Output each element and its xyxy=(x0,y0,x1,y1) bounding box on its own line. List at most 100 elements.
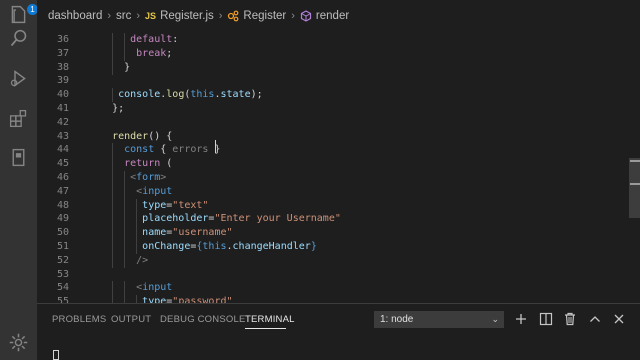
code-token: name xyxy=(142,227,167,239)
line-number: 54 xyxy=(56,282,69,294)
terminal-select[interactable]: 1: node ⌄ xyxy=(374,311,504,328)
indent-guide xyxy=(136,212,138,227)
breadcrumb-method-render[interactable]: render xyxy=(316,10,349,22)
breadcrumb: dashboard › src › JS Register.js › Regis… xyxy=(37,0,640,31)
code-editor[interactable]: 36 default: 37 break; 38} 39 40 console.log(thi… xyxy=(37,31,640,303)
indent-guide xyxy=(112,33,114,47)
indent-guide xyxy=(112,46,114,61)
indent-guide xyxy=(112,184,114,199)
trash-icon[interactable] xyxy=(562,311,578,327)
code-line: 50 name="username" xyxy=(37,226,627,241)
code-token: ); xyxy=(250,89,263,101)
code-token: ( xyxy=(160,158,173,170)
line-number: 51 xyxy=(56,241,69,252)
indent-guide xyxy=(124,226,126,241)
code-line: 45 return ( xyxy=(37,157,627,172)
code-text: placeholder="Enter your Username" xyxy=(142,212,341,226)
line-number: 39 xyxy=(56,75,69,87)
code-text: name="username" xyxy=(142,226,232,240)
indent-guide xyxy=(124,198,126,213)
code-token: "Enter your Username" xyxy=(214,213,341,225)
code-text: /> xyxy=(136,254,148,268)
search-icon[interactable] xyxy=(8,28,29,49)
code-line: 55 type="password" xyxy=(37,295,627,303)
new-terminal-plus-icon[interactable] xyxy=(513,311,529,327)
explorer-icon[interactable]: 1 xyxy=(8,4,38,25)
indent-guide xyxy=(112,157,114,172)
line-number: 49 xyxy=(56,213,69,225)
code-token: placeholder xyxy=(142,213,209,225)
code-token: /> xyxy=(136,254,149,266)
code-line: 43 render() { xyxy=(37,130,627,144)
code-text: type="password" xyxy=(142,295,232,303)
tab-terminal[interactable]: TERMINAL xyxy=(245,314,295,325)
device-icon[interactable] xyxy=(8,147,29,168)
code-token: input xyxy=(142,282,173,294)
code-line: 40 console.log(this.state); xyxy=(37,88,627,103)
code-line: 51 onChange={this.changeHandler} xyxy=(37,240,627,254)
code-line: 39 xyxy=(37,74,627,88)
split-terminal-icon[interactable] xyxy=(538,311,554,327)
code-line: 53 xyxy=(37,268,627,282)
code-line: 47 <input xyxy=(37,184,627,199)
indent-guide xyxy=(112,198,114,213)
js-file-icon: JS xyxy=(145,10,157,21)
breadcrumb-file-register[interactable]: Register.js xyxy=(160,10,214,22)
line-number: 41 xyxy=(56,103,69,114)
code-token: onChange xyxy=(142,241,191,252)
code-token: () { xyxy=(148,130,173,142)
chevron-right-icon: › xyxy=(107,9,112,22)
indent-guide xyxy=(112,226,114,241)
code-text: type="text" xyxy=(142,199,208,213)
chevron-right-icon: › xyxy=(136,9,141,22)
indent-guide xyxy=(112,295,114,303)
breadcrumb-folder-dashboard[interactable]: dashboard xyxy=(48,10,102,22)
line-number: 38 xyxy=(56,61,69,73)
tab-debug-console[interactable]: DEBUG CONSOLE xyxy=(160,314,245,325)
indent-guide xyxy=(124,171,126,185)
class-symbol-icon xyxy=(228,10,239,21)
line-number: 36 xyxy=(56,34,69,45)
indent-guide xyxy=(136,198,138,213)
code-text: const { errors } xyxy=(124,143,226,157)
code-line: 54 <input xyxy=(37,281,627,296)
code-token: return xyxy=(124,158,161,170)
indent-guide xyxy=(136,226,138,241)
code-token: errors xyxy=(172,144,209,156)
code-token: > xyxy=(160,172,167,183)
code-line: 44 const { errors } xyxy=(37,143,627,158)
editor-scrollbar[interactable] xyxy=(629,158,640,218)
indent-guide xyxy=(112,143,114,158)
code-token: "password" xyxy=(172,296,233,303)
indent-guide xyxy=(136,240,138,254)
maximize-panel-chevron-up-icon[interactable] xyxy=(587,311,603,327)
code-token: "username" xyxy=(172,227,233,239)
code-token: type xyxy=(142,296,167,303)
code-line: 52 /> xyxy=(37,253,627,268)
extensions-icon[interactable] xyxy=(8,108,29,129)
code-token: state xyxy=(220,89,251,101)
line-number: 52 xyxy=(56,254,69,266)
code-token: const xyxy=(124,144,155,156)
settings-gear-icon[interactable] xyxy=(8,332,29,353)
code-token: ; xyxy=(166,47,173,59)
code-text: default: xyxy=(130,33,178,47)
code-line: 41}; xyxy=(37,102,627,116)
line-number: 40 xyxy=(56,89,69,101)
code-line: 37 break; xyxy=(37,46,627,61)
indent-guide xyxy=(112,253,114,268)
code-text: console.log(this.state); xyxy=(118,88,263,102)
breadcrumb-folder-src[interactable]: src xyxy=(116,10,131,22)
code-token: console xyxy=(118,89,161,101)
tab-problems[interactable]: PROBLEMS xyxy=(52,314,106,325)
run-debug-icon[interactable] xyxy=(8,68,29,89)
code-line: 48 type="text" xyxy=(37,198,627,213)
line-number: 44 xyxy=(56,144,69,156)
close-panel-icon[interactable] xyxy=(611,311,627,327)
indent-guide xyxy=(112,88,114,103)
chevron-right-icon: › xyxy=(218,9,223,22)
activity-bar: 1 xyxy=(0,0,38,360)
tab-output[interactable]: OUTPUT xyxy=(111,314,151,325)
breadcrumb-class-register[interactable]: Register xyxy=(243,10,286,22)
indent-guide xyxy=(112,60,114,75)
